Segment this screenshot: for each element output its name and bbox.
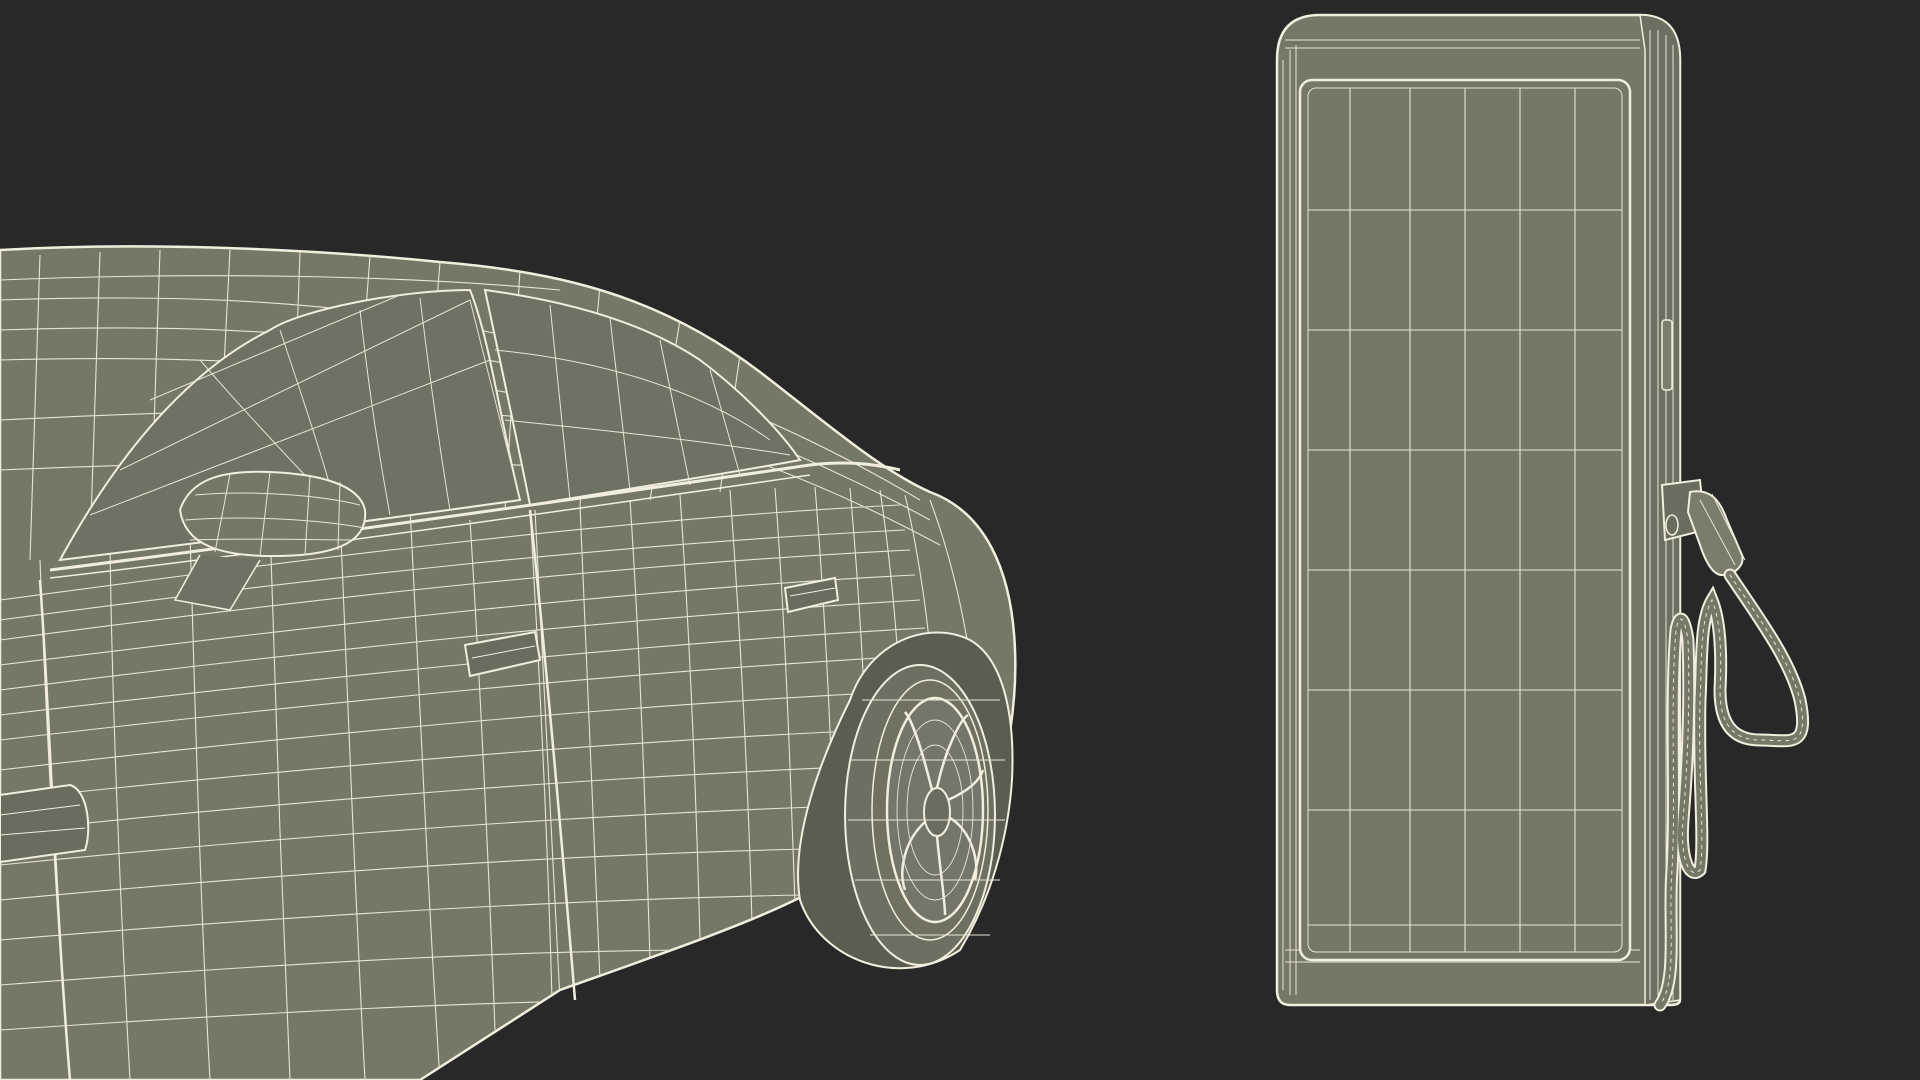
car-hub (923, 787, 951, 837)
charger-status-light (1661, 319, 1673, 391)
car-tail-light (0, 783, 90, 864)
wireframe-render-viewport (0, 0, 1920, 1080)
